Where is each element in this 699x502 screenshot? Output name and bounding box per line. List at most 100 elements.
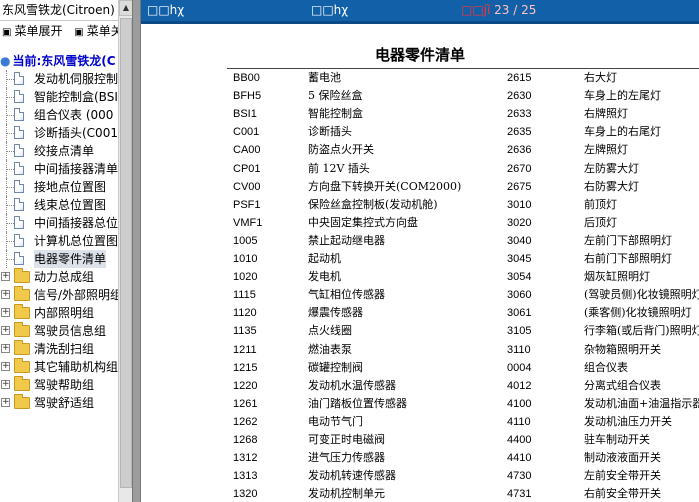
tree-root-node[interactable]: ● 当前:东风雪铁龙(C xyxy=(0,52,118,70)
tree-item-folder[interactable]: + 内部照明组 xyxy=(0,304,118,322)
tree-item-label: 动力总成组 xyxy=(34,270,95,284)
tree-view: ● 当前:东风雪铁龙(C 发动机伺服控制 智能控制盒(BSI 组合仪表 (000 诊断插头… xyxy=(0,52,118,412)
part-name: 电动节气门 xyxy=(308,414,363,428)
toolbar-button-2[interactable]: □□hχ xyxy=(311,0,348,21)
tree-line xyxy=(6,97,14,98)
tree-item-document[interactable]: 接地点位置图 xyxy=(0,178,118,196)
menu-expand-button[interactable]: 菜单展开 xyxy=(14,21,62,41)
tree-item-document[interactable]: 电器零件清单 xyxy=(0,250,118,268)
left-scrollbar[interactable]: ▲ xyxy=(118,0,133,502)
folder-icon xyxy=(14,304,30,319)
part-name: 爆震传感器 xyxy=(308,306,363,320)
tree-item-document[interactable]: 诊断插头(C001 xyxy=(0,124,118,142)
part-name: 起动机 xyxy=(308,252,341,265)
scroll-up-arrow-icon[interactable]: ▲ xyxy=(119,0,133,16)
tree-item-label: 中间插接器总位 xyxy=(34,216,118,230)
tree-item-folder[interactable]: + 动力总成组 xyxy=(0,268,118,286)
tree-item-document[interactable]: 智能控制盒(BSI xyxy=(0,88,118,106)
part-code: 1020 xyxy=(233,271,258,284)
toolbar-button-1[interactable]: □□hχ xyxy=(147,0,184,21)
tree-item-folder[interactable]: + 驾驶员信息组 xyxy=(0,322,118,340)
tree-item-folder[interactable]: + 驾驶帮助组 xyxy=(0,376,118,394)
tree-item-document[interactable]: 中间插接器总位 xyxy=(0,214,118,232)
expand-plus-icon[interactable]: + xyxy=(1,290,10,299)
part-code: 1261 xyxy=(233,397,258,410)
tree-item-document[interactable]: 中间插接器清单 xyxy=(0,160,118,178)
tree-item-folder[interactable]: + 驾驶舒适组 xyxy=(0,394,118,412)
pane-title: 东风雪铁龙(Citroen) xyxy=(0,0,118,21)
part-name: 发动机油面+油温指示器 xyxy=(584,396,699,410)
tree-item-label: 接地点位置图 xyxy=(34,180,107,194)
expand-plus-icon[interactable]: + xyxy=(1,398,10,407)
expand-plus-icon[interactable]: + xyxy=(1,344,10,353)
tree-root-label: 当前:东风雪铁龙(C xyxy=(12,54,116,68)
part-name: 右牌照灯 xyxy=(584,107,628,121)
scrollbar-thumb[interactable] xyxy=(120,18,132,488)
table-row: 1005 禁止起动继电器 3040 左前门下部照明灯 xyxy=(141,232,699,250)
part-code: 2670 xyxy=(507,162,532,175)
part-code: 2633 xyxy=(507,108,532,121)
tree-item-label: 线束总位置图 xyxy=(34,198,107,212)
part-name: 气缸相位传感器 xyxy=(308,288,385,302)
folder-icon xyxy=(14,376,30,391)
table-row: CA00 防盗点火开关 2636 左牌照灯 xyxy=(141,141,699,159)
tree-item-folder[interactable]: + 清洗刮扫组 xyxy=(0,340,118,358)
part-code: CP01 xyxy=(233,162,261,175)
part-code: 1312 xyxy=(233,452,258,465)
tree-item-document[interactable]: 组合仪表 (000 xyxy=(0,106,118,124)
part-code: 3010 xyxy=(507,198,532,211)
part-name: 智能控制盒 xyxy=(308,107,363,121)
document-icon xyxy=(14,72,24,85)
pane-splitter[interactable] xyxy=(132,0,141,502)
menu-collapse-button[interactable]: 菜单关 xyxy=(87,21,118,41)
document-icon xyxy=(14,108,24,121)
table-row: 1010 起动机 3045 右前门下部照明灯 xyxy=(141,250,699,268)
part-name: 左防雾大灯 xyxy=(584,161,639,175)
tree-item-document[interactable]: 发动机伺服控制 xyxy=(0,70,118,88)
document-icon xyxy=(14,198,24,211)
tree-line xyxy=(6,223,14,224)
expand-plus-icon[interactable]: + xyxy=(1,308,10,317)
expand-plus-icon[interactable]: + xyxy=(1,362,10,371)
menu-bar: ▣ 菜单展开 ▣ 菜单关 xyxy=(0,21,118,41)
part-name: 右前安全带开关 xyxy=(584,487,661,501)
part-code: 2630 xyxy=(507,90,532,103)
tree-item-label: 清洗刮扫组 xyxy=(34,342,95,356)
tree-item-document[interactable]: 计算机总位置图 xyxy=(0,232,118,250)
part-name: 左前门下部照明灯 xyxy=(584,233,672,247)
part-name: 前 12V 插头 xyxy=(308,161,370,175)
table-row: BB00 蓄电池 2615 右大灯 xyxy=(141,69,699,87)
document-title: 电器零件清单 xyxy=(374,46,465,64)
part-name: 进气压力传感器 xyxy=(308,451,385,465)
tree-item-document[interactable]: 线束总位置图 xyxy=(0,196,118,214)
part-code: CV00 xyxy=(233,180,261,193)
tree-item-folder[interactable]: + 信号/外部照明组 xyxy=(0,286,118,304)
part-name: 烟灰缸照明灯 xyxy=(584,270,650,284)
folder-icon xyxy=(14,322,30,337)
folder-icon xyxy=(14,358,30,373)
part-name: 5 保险丝盒 xyxy=(308,89,363,103)
table-row: 1020 发电机 3054 烟灰缸照明灯 xyxy=(141,268,699,286)
tree-item-label: 中间插接器清单 xyxy=(34,162,118,176)
table-row: 1120 爆震传感器 3061 (乘客侧)化妆镜照明灯 xyxy=(141,304,699,322)
tree-line xyxy=(6,205,14,206)
expand-plus-icon[interactable]: + xyxy=(1,272,10,281)
part-name: (乘客侧)化妆镜照明灯 xyxy=(584,306,692,320)
part-code: VMF1 xyxy=(233,216,263,229)
table-row: 1115 气缸相位传感器 3060 (驾驶员侧)化妆镜照明灯 xyxy=(141,286,699,304)
tree-line xyxy=(6,241,14,242)
expand-plus-icon[interactable]: + xyxy=(1,380,10,389)
table-row: 1261 油门踏板位置传感器 4100 发动机油面+油温指示器 xyxy=(141,395,699,413)
part-name: 诊断插头 xyxy=(308,125,352,139)
part-code: 2635 xyxy=(507,126,532,139)
part-code: 4731 xyxy=(507,488,532,501)
expand-plus-icon[interactable]: + xyxy=(1,326,10,335)
part-code: 1115 xyxy=(233,289,256,302)
part-name: 左牌照灯 xyxy=(584,143,628,157)
tree-item-folder[interactable]: + 其它辅助机构组 xyxy=(0,358,118,376)
table-row: 1312 进气压力传感器 4410 制动液液面开关 xyxy=(141,449,699,467)
tree-item-document[interactable]: 绞接点清单 xyxy=(0,142,118,160)
part-code: 3054 xyxy=(507,271,532,284)
part-name: 分离式组合仪表 xyxy=(584,378,661,392)
part-name: 后顶灯 xyxy=(584,215,617,229)
